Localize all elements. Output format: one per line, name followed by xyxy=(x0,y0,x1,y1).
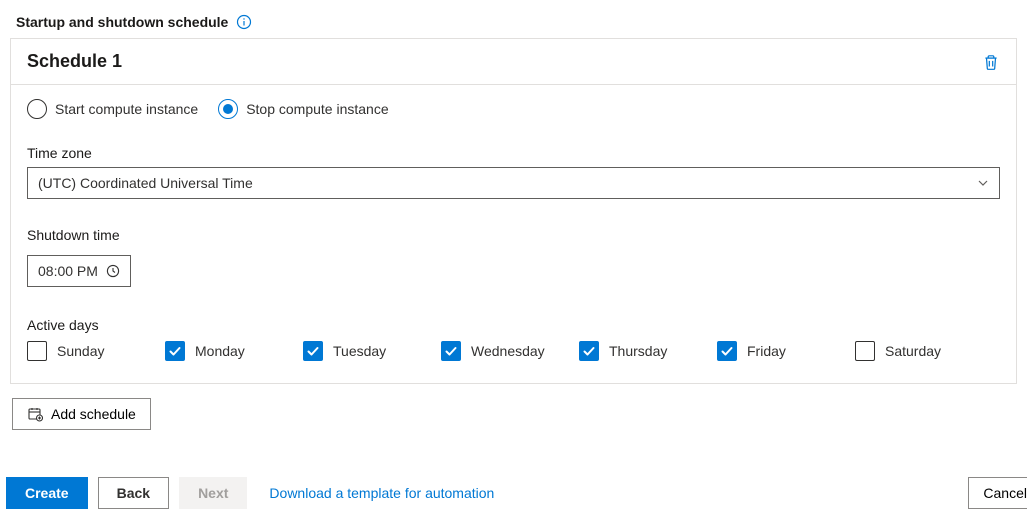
schedule-action-radios: Start compute instance Stop compute inst… xyxy=(27,99,1000,119)
download-template-link[interactable]: Download a template for automation xyxy=(269,485,494,501)
days-row: Sunday Monday Tuesday Wednesday Thursday Frid… xyxy=(27,341,1000,361)
shutdown-time-field: Shutdown time 08:00 PM xyxy=(27,227,1000,287)
timezone-field: Time zone (UTC) Coordinated Universal Ti… xyxy=(27,145,1000,199)
create-button[interactable]: Create xyxy=(6,477,88,509)
checkbox-icon xyxy=(579,341,599,361)
day-label: Tuesday xyxy=(333,343,386,359)
schedule-card-header: Schedule 1 xyxy=(11,39,1016,85)
radio-stop-compute[interactable]: Stop compute instance xyxy=(218,99,388,119)
checkbox-icon xyxy=(27,341,47,361)
shutdown-time-input[interactable]: 08:00 PM xyxy=(27,255,131,287)
timezone-select[interactable]: (UTC) Coordinated Universal Time xyxy=(27,167,1000,199)
shutdown-time-label: Shutdown time xyxy=(27,227,1000,243)
schedule-card: Schedule 1 Start compute instance Stop c… xyxy=(10,38,1017,384)
active-days-label: Active days xyxy=(27,317,1000,333)
day-label: Monday xyxy=(195,343,245,359)
timezone-value: (UTC) Coordinated Universal Time xyxy=(38,175,253,191)
day-label: Wednesday xyxy=(471,343,545,359)
clock-icon xyxy=(106,264,120,278)
shutdown-time-value: 08:00 PM xyxy=(38,263,98,279)
radio-label: Stop compute instance xyxy=(246,101,388,117)
schedule-title: Schedule 1 xyxy=(27,51,122,72)
add-schedule-label: Add schedule xyxy=(51,406,136,422)
day-label: Thursday xyxy=(609,343,667,359)
timezone-label: Time zone xyxy=(27,145,1000,161)
active-days-field: Active days Sunday Monday Tuesday Wednesday… xyxy=(27,317,1000,361)
section-title: Startup and shutdown schedule xyxy=(16,14,228,30)
checkbox-icon xyxy=(303,341,323,361)
day-label: Sunday xyxy=(57,343,104,359)
day-checkbox-sunday[interactable]: Sunday xyxy=(27,341,147,361)
next-button: Next xyxy=(179,477,247,509)
chevron-down-icon xyxy=(977,177,989,189)
day-checkbox-wednesday[interactable]: Wednesday xyxy=(441,341,561,361)
cancel-button[interactable]: Cancel xyxy=(968,477,1027,509)
checkbox-icon xyxy=(855,341,875,361)
add-schedule-button[interactable]: Add schedule xyxy=(12,398,151,430)
checkbox-icon xyxy=(441,341,461,361)
schedule-card-body: Start compute instance Stop compute inst… xyxy=(11,85,1016,383)
checkbox-icon xyxy=(717,341,737,361)
radio-label: Start compute instance xyxy=(55,101,198,117)
info-icon[interactable] xyxy=(236,14,252,30)
day-checkbox-tuesday[interactable]: Tuesday xyxy=(303,341,423,361)
day-checkbox-thursday[interactable]: Thursday xyxy=(579,341,699,361)
back-button[interactable]: Back xyxy=(98,477,169,509)
day-checkbox-friday[interactable]: Friday xyxy=(717,341,837,361)
section-header: Startup and shutdown schedule xyxy=(0,0,1027,38)
day-label: Saturday xyxy=(885,343,941,359)
delete-icon[interactable] xyxy=(982,53,1000,71)
day-checkbox-saturday[interactable]: Saturday xyxy=(855,341,975,361)
day-checkbox-monday[interactable]: Monday xyxy=(165,341,285,361)
radio-start-compute[interactable]: Start compute instance xyxy=(27,99,198,119)
radio-icon xyxy=(27,99,47,119)
checkbox-icon xyxy=(165,341,185,361)
footer-actions: Create Back Next Download a template for… xyxy=(6,477,1027,509)
radio-icon xyxy=(218,99,238,119)
calendar-add-icon xyxy=(27,406,43,422)
day-label: Friday xyxy=(747,343,786,359)
radio-dot xyxy=(223,104,233,114)
